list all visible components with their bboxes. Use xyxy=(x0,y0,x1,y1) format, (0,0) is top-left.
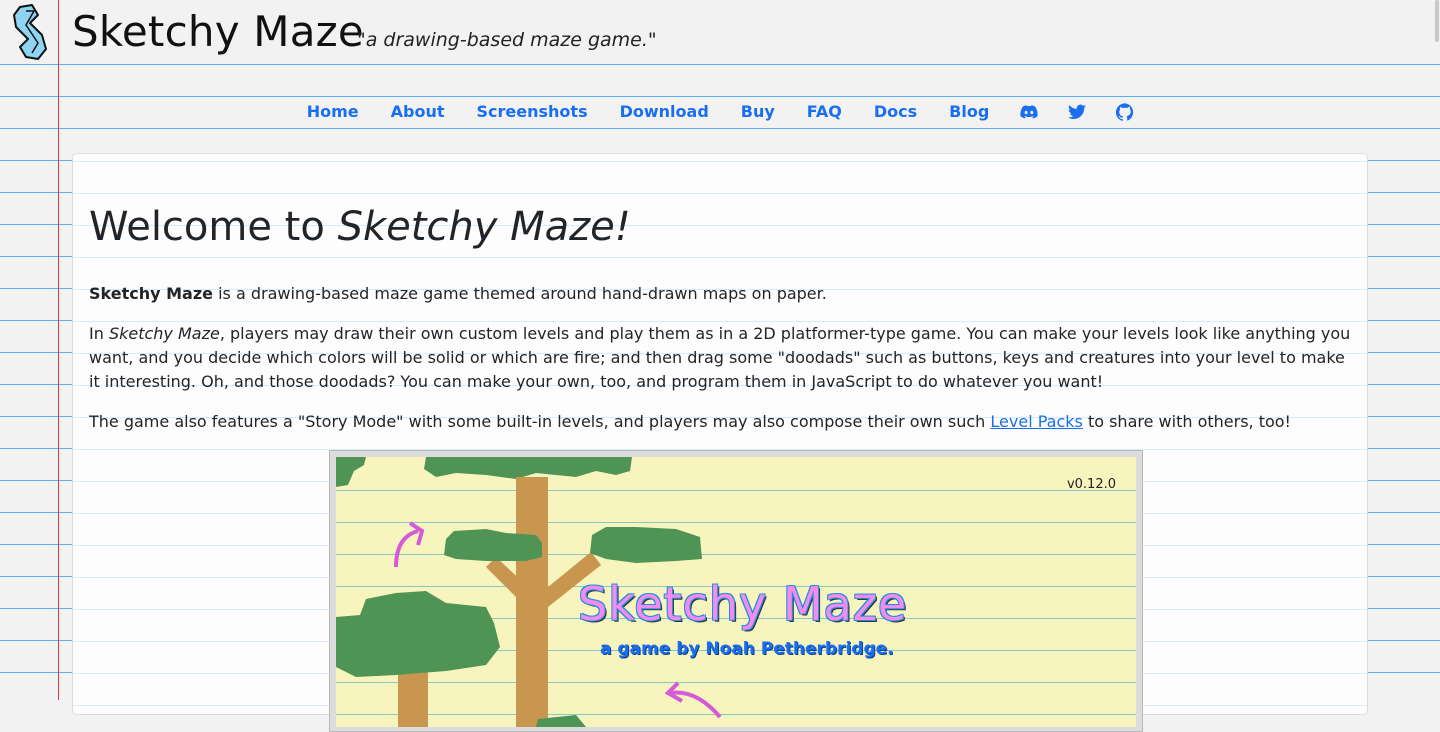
nav-link-discord[interactable] xyxy=(1005,103,1053,121)
intro-paragraph: Sketchy Maze is a drawing-based maze gam… xyxy=(89,282,827,306)
game-version-label: v0.12.0 xyxy=(1066,477,1116,492)
tree-canopy-shape xyxy=(424,457,632,479)
nav-link-about[interactable]: About xyxy=(375,100,461,124)
nav-link-download[interactable]: Download xyxy=(604,100,725,124)
site-tagline: "a drawing-based maze game." xyxy=(357,29,657,51)
tree-canopy-shape xyxy=(590,527,702,563)
twitter-icon xyxy=(1068,104,1087,120)
nav-link-home[interactable]: Home xyxy=(291,100,375,124)
page-title: Welcome to Sketchy Maze! xyxy=(89,202,631,252)
site-logo-link[interactable] xyxy=(12,3,52,61)
nav-link-screenshots[interactable]: Screenshots xyxy=(461,100,604,124)
story-mode-prefix: The game also features a "Story Mode" wi… xyxy=(89,412,991,431)
main-nav: Home About Screenshots Download Buy FAQ … xyxy=(0,96,1440,128)
sketchy-maze-logo-icon xyxy=(13,4,47,60)
content-card: Welcome to Sketchy Maze! Sketchy Maze is… xyxy=(72,153,1368,732)
intro-text: is a drawing-based maze game themed arou… xyxy=(213,284,827,303)
page-scrollbar[interactable] xyxy=(1435,0,1439,42)
story-mode-paragraph: The game also features a "Story Mode" wi… xyxy=(89,410,1291,434)
nav-link-faq[interactable]: FAQ xyxy=(791,100,858,124)
discord-icon xyxy=(1020,105,1038,119)
description-prefix: In xyxy=(89,324,109,343)
tree-canopy-shape xyxy=(336,591,500,677)
tree-canopy-shape xyxy=(336,457,366,487)
level-packs-link[interactable]: Level Packs xyxy=(990,412,1082,431)
description-paragraph: In Sketchy Maze, players may draw their … xyxy=(89,322,1351,394)
description-emphasis: Sketchy Maze xyxy=(108,324,220,343)
page-title-prefix: Welcome to xyxy=(89,204,338,250)
nav-link-docs[interactable]: Docs xyxy=(858,100,933,124)
description-text: , players may draw their own custom leve… xyxy=(89,324,1351,391)
game-screenshot[interactable]: v0.12.0 Sketchy Maze a game by Noah Peth… xyxy=(329,450,1143,732)
arrow-up-right-shape xyxy=(394,529,419,568)
game-title-screen: v0.12.0 Sketchy Maze a game by Noah Peth… xyxy=(336,457,1136,727)
page-title-emphasis: Sketchy Maze! xyxy=(337,204,631,250)
nav-link-blog[interactable]: Blog xyxy=(933,100,1005,124)
nav-link-github[interactable] xyxy=(1101,103,1149,121)
github-icon xyxy=(1116,103,1134,121)
site-title[interactable]: Sketchy Maze xyxy=(72,6,364,58)
intro-bold-name: Sketchy Maze xyxy=(89,284,213,303)
story-mode-suffix: to share with others, too! xyxy=(1082,412,1291,431)
site-header: Sketchy Maze "a drawing-based maze game.… xyxy=(0,0,1440,64)
game-subtitle-text: a game by Noah Petherbridge. xyxy=(600,639,894,659)
nav-link-twitter[interactable] xyxy=(1053,103,1101,121)
game-title-text: Sketchy Maze xyxy=(578,577,908,631)
nav-link-buy[interactable]: Buy xyxy=(725,100,791,124)
tree-trunk-shape xyxy=(516,477,548,727)
